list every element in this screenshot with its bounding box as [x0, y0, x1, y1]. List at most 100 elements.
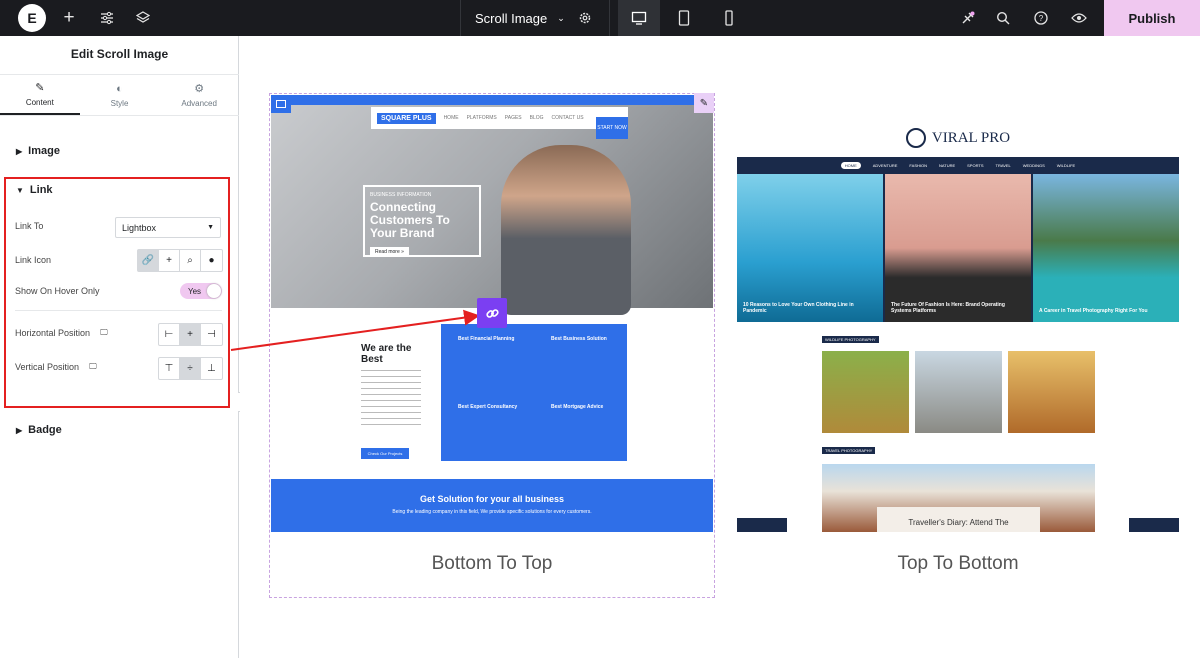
tab-advanced[interactable]: ⚙ Advanced: [159, 75, 239, 115]
horizontal-position-label: Horizontal Position 🖵: [15, 328, 108, 338]
nav-item: PLATFORMS: [466, 115, 497, 121]
post-title: The Future Of Fashion Is Here: Brand Ope…: [891, 302, 1005, 314]
caret-right-icon: ▶: [16, 146, 23, 156]
nav-item: FASHION: [909, 163, 927, 168]
plus-icon[interactable]: +: [58, 0, 80, 36]
site-cta: START NOW: [596, 117, 628, 139]
section-badge-label: Badge: [28, 424, 62, 436]
edit-widget-icon[interactable]: ✎: [694, 93, 714, 113]
link-icon-choices: 🔗 + ⌕ ●: [137, 249, 223, 272]
banner-title: Get Solution for your all business: [419, 494, 565, 504]
service-item: Best Expert Consultancy: [458, 404, 518, 410]
post-image: A Career in Travel Photography Right For…: [1033, 174, 1179, 322]
section-link-label: Link: [29, 184, 53, 196]
nav-item: CONTACT US: [551, 115, 584, 121]
hero-kicker: BUSINESS INFORMATION: [370, 192, 432, 198]
section-badge[interactable]: ▶ Badge: [16, 424, 62, 436]
align-top-icon[interactable]: ⊤: [159, 358, 180, 379]
preview-screenshot-2: VIRAL PRO HOME ADVENTURE FASHION NATURE …: [737, 95, 1179, 532]
editor-panel: Edit Scroll Image ✎ Content ◐ Style ⚙ Ad…: [0, 36, 239, 658]
publish-button[interactable]: Publish: [1104, 0, 1200, 36]
elementor-logo[interactable]: E: [18, 4, 46, 32]
chevron-down-icon: ⌄: [557, 12, 565, 23]
widget-handle-icon[interactable]: [271, 95, 291, 113]
document-title: Scroll Image: [475, 10, 548, 26]
hero-button: Read more »: [370, 247, 409, 257]
footer-strip: [737, 518, 787, 532]
link-icon[interactable]: [477, 298, 507, 328]
section-image[interactable]: ▶ Image: [16, 145, 60, 157]
desktop-icon: 🖵: [89, 362, 97, 371]
nav-item: HOME: [840, 162, 861, 169]
circle-icon[interactable]: ●: [201, 250, 222, 271]
align-middle-icon[interactable]: ÷: [180, 358, 201, 379]
search-icon[interactable]: ⌕: [180, 250, 201, 271]
top-bar: E + Scroll Image ⌄ ? Publish: [0, 0, 1200, 36]
link-to-select[interactable]: Lightbox ▼: [115, 217, 221, 238]
nav-item: NATURE: [938, 163, 956, 168]
vertical-position-choices: ⊤ ÷ ⊥: [158, 357, 223, 380]
pencil-icon: ✎: [35, 82, 45, 94]
layers-icon[interactable]: [132, 0, 154, 36]
about-button: Check Our Projects: [361, 448, 409, 459]
tab-content-label: Content: [25, 98, 54, 107]
top-strip: [271, 95, 713, 105]
align-left-icon[interactable]: ⊢: [159, 324, 180, 345]
tablet-icon[interactable]: [663, 0, 705, 36]
site-nav: HOME ADVENTURE FASHION NATURE SPORTS TRA…: [737, 157, 1179, 174]
align-bottom-icon[interactable]: ⊥: [201, 358, 222, 379]
wildlife-image: [1008, 351, 1095, 433]
nav-item: HOME: [443, 115, 459, 121]
hero-box: BUSINESS INFORMATION Connecting Customer…: [363, 185, 481, 257]
plus-icon[interactable]: +: [159, 250, 180, 271]
show-on-hover-toggle[interactable]: Yes: [180, 283, 222, 299]
post-image: 10 Reasons to Love Your Own Clothing Lin…: [737, 174, 883, 322]
desktop-icon[interactable]: [618, 0, 660, 36]
section-image-label: Image: [28, 145, 60, 157]
link-to-label: Link To: [15, 221, 44, 231]
caret-right-icon: ▶: [16, 425, 23, 435]
about-title: We are the Best: [361, 343, 412, 365]
section-title: TRAVEL PHOTOGRAPHY: [822, 447, 876, 454]
post-title: 10 Reasons to Love Your Own Clothing Lin…: [743, 302, 854, 314]
notifications-icon[interactable]: [956, 0, 978, 36]
post-image: The Future Of Fashion Is Here: Brand Ope…: [885, 174, 1031, 322]
link-to-value: Lightbox: [122, 222, 157, 233]
tab-content[interactable]: ✎ Content: [0, 75, 80, 115]
sliders-icon[interactable]: [96, 0, 118, 36]
hero-title: Connecting Customers To Your Brand: [370, 200, 450, 240]
help-icon[interactable]: ?: [1030, 0, 1052, 36]
hero-image: SQUARE PLUS HOME PLATFORMS PAGES BLOG CO…: [271, 105, 713, 315]
show-on-hover-label: Show On Hover Only: [15, 286, 100, 296]
mobile-icon[interactable]: [708, 0, 750, 36]
desktop-icon: 🖵: [100, 328, 108, 337]
tab-style[interactable]: ◐ Style: [80, 75, 160, 115]
gear-icon[interactable]: [574, 0, 596, 36]
nav-item: ADVENTURE: [872, 163, 898, 168]
align-right-icon[interactable]: ⊣: [201, 324, 222, 345]
nav-item: WEDDINGS: [1022, 163, 1045, 168]
link-icon[interactable]: 🔗: [138, 250, 159, 271]
person-photo: [501, 145, 631, 315]
svg-text:?: ?: [1039, 14, 1044, 23]
about-text: [361, 370, 421, 430]
footer-strip: [1129, 518, 1179, 532]
site-logo: SQUARE PLUS: [377, 112, 436, 124]
horizontal-position-text: Horizontal Position: [15, 328, 91, 338]
site-logo: VIRAL PRO: [931, 129, 1011, 146]
featured-row: 10 Reasons to Love Your Own Clothing Lin…: [737, 174, 1179, 322]
vertical-position-text: Vertical Position: [15, 362, 80, 372]
service-item: Best Business Solution: [551, 336, 607, 342]
nav-item: TRAVEL: [995, 163, 1011, 168]
travel-image: Traveller's Diary: Attend The: [822, 464, 1095, 532]
search-icon[interactable]: [992, 0, 1014, 36]
contrast-icon: ◐: [116, 82, 123, 95]
site-logo-mark: [905, 128, 926, 148]
toggle-value: Yes: [188, 286, 202, 296]
vertical-position-label: Vertical Position 🖵: [15, 362, 97, 372]
preview-eye-icon[interactable]: [1068, 0, 1090, 36]
align-center-icon[interactable]: +: [180, 324, 201, 345]
section-link[interactable]: ▼ Link: [16, 184, 53, 196]
service-item: Best Financial Planning: [458, 336, 515, 342]
nav-item: PAGES: [504, 115, 522, 121]
